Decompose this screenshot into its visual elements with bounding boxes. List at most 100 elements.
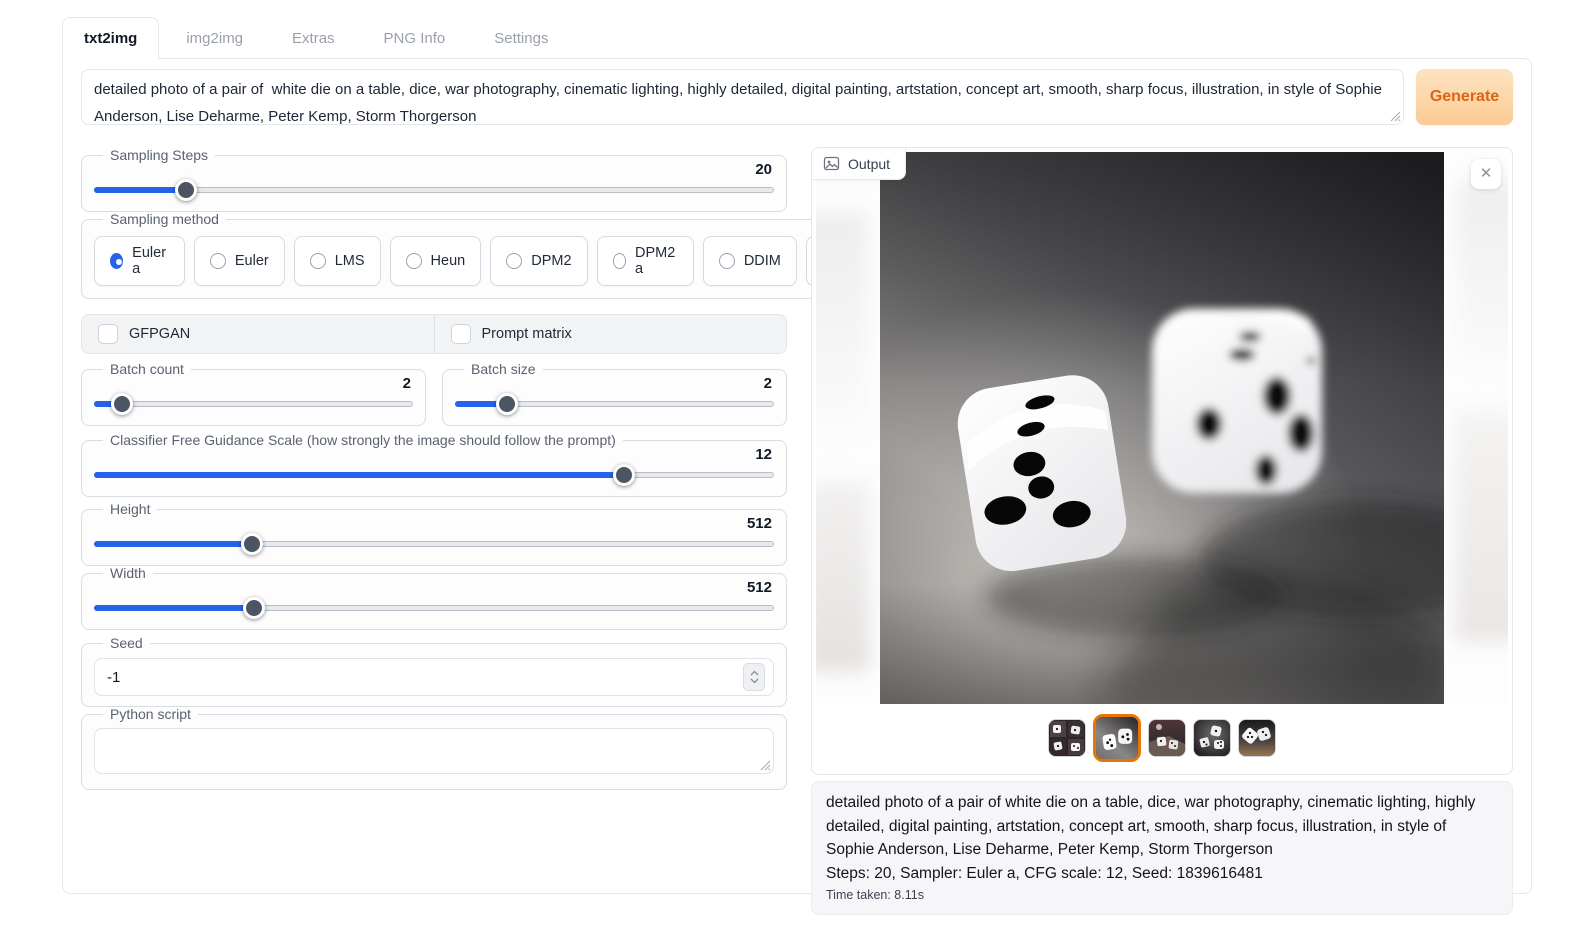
output-label-chip: Output [812, 148, 906, 180]
cfg-scale-label: Classifier Free Guidance Scale (how stro… [103, 432, 623, 448]
radio-icon [210, 253, 226, 269]
batch-count-slider[interactable] [94, 393, 413, 415]
radio-lms[interactable]: LMS [294, 236, 381, 286]
batch-size-label: Batch size [464, 361, 543, 377]
sampling-method-group: Sampling method Euler a Euler LMS [81, 211, 915, 299]
height-value: 512 [94, 515, 772, 532]
prompt-row: detailed photo of a pair of white die on… [81, 69, 1513, 130]
sampling-steps-group: Sampling Steps 20 [81, 147, 787, 212]
cfg-scale-value: 12 [94, 446, 772, 463]
result-caption: detailed photo of a pair of white die on… [811, 781, 1513, 915]
gallery-left-blur [816, 152, 880, 704]
sampling-steps-slider[interactable] [94, 179, 774, 201]
width-value: 512 [94, 579, 772, 596]
sampling-method-options: Euler a Euler LMS Heun [94, 227, 902, 288]
sampling-steps-value: 20 [94, 161, 772, 178]
gallery-thumbnail-2-selected[interactable] [1093, 714, 1141, 762]
gallery-thumbnail-5[interactable] [1238, 719, 1276, 757]
radio-heun[interactable]: Heun [390, 236, 482, 286]
radio-icon [506, 253, 522, 269]
width-label: Width [103, 565, 153, 581]
python-script-label: Python script [103, 706, 198, 722]
python-script-input[interactable] [94, 728, 774, 774]
output-gallery: Output ✕ [811, 147, 1513, 775]
slider-fill [94, 472, 624, 478]
cfg-scale-group: Classifier Free Guidance Scale (how stro… [81, 432, 787, 497]
python-script-group: Python script [81, 706, 787, 790]
prompt-matrix-checkbox[interactable]: Prompt matrix [434, 315, 787, 353]
seed-input[interactable] [94, 658, 774, 696]
slider-fill [94, 187, 186, 193]
caption-params-text: Steps: 20, Sampler: Euler a, CFG scale: … [826, 862, 1498, 885]
height-group: Height 512 [81, 501, 787, 566]
gallery-thumbnail-3[interactable] [1148, 719, 1186, 757]
batch-size-group: Batch size 2 [442, 361, 787, 426]
slider-fill [94, 541, 252, 547]
slider-handle[interactable] [243, 597, 265, 619]
radio-icon [310, 253, 326, 269]
image-viewer [816, 152, 1508, 704]
tab-img2img[interactable]: img2img [164, 17, 265, 59]
radio-ddim[interactable]: DDIM [703, 236, 797, 286]
script-box [94, 728, 774, 779]
output-label: Output [848, 156, 890, 172]
settings-column: Sampling Steps 20 Sampling method Euler … [81, 147, 787, 915]
radio-dpm2-a[interactable]: DPM2 a [597, 236, 694, 286]
spinner-down-icon [750, 678, 759, 684]
seed-label: Seed [103, 635, 150, 651]
output-column: Output ✕ [811, 147, 1513, 915]
radio-icon [406, 253, 422, 269]
slider-handle[interactable] [111, 393, 133, 415]
height-slider[interactable] [94, 533, 774, 555]
slider-handle[interactable] [496, 393, 518, 415]
radio-euler-a[interactable]: Euler a [94, 236, 185, 286]
sampling-method-label: Sampling method [103, 211, 226, 227]
slider-handle[interactable] [613, 464, 635, 486]
prompt-box: detailed photo of a pair of white die on… [81, 69, 1404, 130]
caption-prompt-text: detailed photo of a pair of white die on… [826, 791, 1498, 862]
width-group: Width 512 [81, 565, 787, 630]
cfg-scale-slider[interactable] [94, 464, 774, 486]
radio-selected-icon [110, 253, 123, 269]
tab-txt2img[interactable]: txt2img [62, 17, 159, 59]
tab-extras[interactable]: Extras [270, 17, 357, 59]
slider-handle[interactable] [241, 533, 263, 555]
gallery-right-blur [1444, 152, 1508, 704]
sampling-steps-label: Sampling Steps [103, 147, 215, 163]
prompt-input[interactable]: detailed photo of a pair of white die on… [81, 69, 1404, 125]
seed-field-wrap [94, 658, 774, 696]
slider-fill [94, 605, 254, 611]
batch-row: Batch count 2 Batch size 2 [81, 361, 787, 426]
main-panel: detailed photo of a pair of white die on… [62, 58, 1532, 894]
generated-image[interactable] [880, 152, 1444, 704]
width-slider[interactable] [94, 597, 774, 619]
tab-settings[interactable]: Settings [472, 17, 570, 59]
spinner-up-icon [750, 670, 759, 676]
image-icon [823, 155, 840, 172]
checkbox-icon[interactable] [98, 324, 118, 344]
batch-count-label: Batch count [103, 361, 191, 377]
gfpgan-checkbox[interactable]: GFPGAN [82, 315, 434, 353]
batch-count-group: Batch count 2 [81, 361, 426, 426]
radio-dpm2[interactable]: DPM2 [490, 236, 587, 286]
thumbnail-strip [812, 704, 1512, 772]
seed-group: Seed [81, 635, 787, 707]
radio-icon [719, 253, 735, 269]
radio-euler[interactable]: Euler [194, 236, 285, 286]
height-label: Height [103, 501, 157, 517]
batch-count-value: 2 [94, 375, 411, 392]
app-window: txt2img img2img Extras PNG Info Settings… [62, 17, 1532, 894]
gallery-thumbnail-4[interactable] [1193, 719, 1231, 757]
gallery-thumbnail-1[interactable] [1048, 719, 1086, 757]
number-spinner[interactable] [743, 663, 765, 691]
toggles-group: GFPGAN Prompt matrix [81, 314, 787, 354]
tab-png-info[interactable]: PNG Info [362, 17, 468, 59]
slider-handle[interactable] [175, 179, 197, 201]
tab-bar: txt2img img2img Extras PNG Info Settings [62, 17, 1532, 59]
generate-button[interactable]: Generate [1416, 69, 1513, 125]
radio-icon [613, 253, 626, 269]
checkbox-icon[interactable] [451, 324, 471, 344]
slider-track[interactable] [94, 401, 413, 407]
batch-size-slider[interactable] [455, 393, 774, 415]
close-icon[interactable]: ✕ [1471, 159, 1501, 189]
